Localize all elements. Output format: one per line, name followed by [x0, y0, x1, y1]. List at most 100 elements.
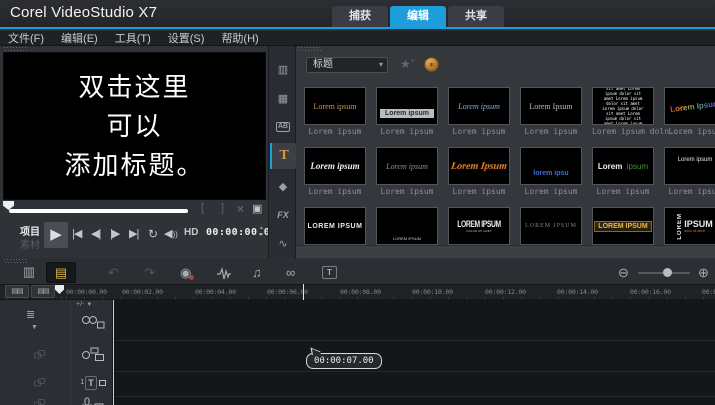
- title-template-thumb[interactable]: Lorem Ipsum: [664, 87, 715, 125]
- sound-mixer-icon[interactable]: [216, 262, 232, 283]
- nav-instant-project[interactable]: ▦: [270, 85, 296, 111]
- title-template-thumb[interactable]: Lorem ipsum: [304, 87, 366, 125]
- tab-edit[interactable]: 编辑: [390, 6, 446, 27]
- voice-track-button[interactable]: [79, 395, 107, 405]
- video-track-button[interactable]: [79, 312, 107, 331]
- title-template-thumb[interactable]: LOREM IPSUM: [520, 207, 582, 245]
- title-template-thumb[interactable]: Lorem ipsum: [376, 147, 438, 185]
- title-template-thumb[interactable]: LOREM IPSUM: [376, 207, 438, 245]
- title-template: Lorem Ipsum Lorem ipsum: [520, 87, 582, 136]
- mark-in-icon[interactable]: [: [201, 202, 204, 214]
- ripple-edit-icon[interactable]: [34, 346, 45, 364]
- nav-graphic[interactable]: ◆: [270, 173, 296, 199]
- preview-timecode[interactable]: 00:00:00.00: [206, 227, 277, 238]
- redo-icon[interactable]: ↷: [144, 262, 155, 283]
- title-template: Lorem ipsum Lorem ipsum: [376, 147, 438, 196]
- tab-share[interactable]: 共享: [448, 6, 504, 27]
- undo-icon[interactable]: ↶: [108, 262, 119, 283]
- prev-frame-button[interactable]: ◀|: [91, 227, 100, 240]
- title-template-thumb[interactable]: lorem ipsu: [520, 147, 582, 185]
- menu-help[interactable]: 帮助(H): [221, 30, 258, 46]
- placeholder-text-line: 添加标题。: [64, 146, 204, 185]
- mark-out-icon[interactable]: ]: [221, 202, 224, 214]
- preview-video-area[interactable]: 双击这里 可以 添加标题。: [3, 52, 266, 200]
- template-caption: Lorem ipsum: [448, 187, 510, 196]
- track-manager-button[interactable]: ▤▤: [31, 285, 55, 298]
- menu-settings[interactable]: 设置(S): [168, 30, 205, 46]
- title-template-thumb[interactable]: LOREM IPSUMDOLOR SIT AMET: [448, 207, 510, 245]
- panel-drag-handle[interactable]: [298, 47, 322, 51]
- title-template-thumb[interactable]: Lorem ipsum dolor sit amet Lorem ipsum d…: [592, 87, 654, 125]
- nav-title[interactable]: T: [270, 143, 296, 169]
- panel-drag-handle[interactable]: [4, 47, 28, 51]
- timeline-ruler[interactable]: 00:00:00.00 00:00:02.00 00:00:04.00 00:0…: [0, 284, 715, 300]
- timeline-view-button[interactable]: ▤: [46, 262, 76, 283]
- snapshot-icon[interactable]: ▣: [252, 202, 262, 215]
- ruler-label: 00:00:02.00: [122, 288, 163, 296]
- ripple-edit-icon[interactable]: [34, 374, 45, 392]
- title-template-thumb[interactable]: LOREM IPSUM: [304, 207, 366, 245]
- ripple-edit-icon[interactable]: [34, 395, 45, 405]
- show-all-tracks-button[interactable]: ▤▤: [5, 285, 29, 298]
- template-caption: Lorem ipsum: [592, 187, 654, 196]
- storyboard-view-button[interactable]: ▥: [14, 262, 44, 283]
- title-template-thumb[interactable]: Lorem ipsum: [376, 87, 438, 125]
- go-end-button[interactable]: ▶|: [129, 227, 138, 240]
- zoom-slider-knob[interactable]: [663, 268, 672, 277]
- motion-path-icon: ∿: [278, 237, 287, 250]
- tracks-area[interactable]: ≣ ▼ +/- ▼: [0, 300, 715, 405]
- split-clip-icon[interactable]: ×: [237, 202, 244, 216]
- title-template-thumb[interactable]: LOREM IPSUMdolor sit amet: [664, 207, 715, 245]
- repeat-icon[interactable]: ↻: [148, 227, 158, 241]
- nav-motion-path[interactable]: ∿: [270, 230, 296, 256]
- app-title: Corel VideoStudio X7: [10, 4, 157, 21]
- title-template-thumb[interactable]: Lorem ipsum: [448, 87, 510, 125]
- preview-panel: 双击这里 可以 添加标题。 [ ] × ▣ 项目 素材 ▶ |◀ ◀| |▶ ▶…: [0, 46, 268, 258]
- add-favorite-icon[interactable]: ★+: [400, 57, 415, 71]
- title-template: Lorem Ipsum Lorem ipsum: [448, 147, 510, 196]
- chevron-down-icon[interactable]: ▼: [31, 324, 38, 331]
- auto-music-icon[interactable]: ♫: [252, 262, 262, 283]
- nav-transition[interactable]: AB: [270, 114, 296, 140]
- template-caption: Lorem ipsum doln...: [592, 127, 654, 136]
- ruler-label: 00:00:18.00: [702, 288, 715, 296]
- zoom-in-icon[interactable]: ⊕: [698, 262, 709, 283]
- timecode-stepper[interactable]: ▲▼: [259, 225, 264, 239]
- ruler-label: 00:00:10.00: [412, 288, 453, 296]
- record-capture-icon[interactable]: ◉: [180, 262, 191, 283]
- track-layout-icon[interactable]: ≣: [26, 308, 35, 321]
- template-caption: Lorem ipsum: [304, 127, 366, 136]
- title-template-thumb[interactable]: Lorem ipsum: [304, 147, 366, 185]
- tab-capture[interactable]: 捕获: [332, 6, 388, 27]
- play-button[interactable]: ▶: [44, 222, 68, 248]
- menu-file[interactable]: 文件(F): [8, 30, 44, 46]
- volume-icon[interactable]: ◀)): [164, 227, 178, 240]
- title-template-thumb[interactable]: Lorem ipsum: [592, 147, 654, 185]
- library-scroll-strip[interactable]: [296, 245, 715, 258]
- title-template-thumb[interactable]: LOREM IPSUM: [592, 207, 654, 245]
- menu-edit[interactable]: 编辑(E): [61, 30, 98, 46]
- title-template-thumb[interactable]: Lorem Ipsum: [520, 87, 582, 125]
- go-start-button[interactable]: |◀: [72, 227, 81, 240]
- menu-tools[interactable]: 工具(T): [115, 30, 151, 46]
- nav-filter[interactable]: FX: [270, 202, 296, 228]
- title-template-thumb[interactable]: Lorem Ipsum: [448, 147, 510, 185]
- nav-media[interactable]: ▥: [270, 56, 296, 82]
- step-tabs: 捕获 编辑 共享: [332, 6, 504, 27]
- get-more-content-icon[interactable]: ∗: [424, 57, 439, 72]
- subtitle-options-icon[interactable]: T: [322, 266, 337, 279]
- gallery-select[interactable]: 标题 ▾: [306, 57, 388, 73]
- track-motion-icon[interactable]: ∞: [286, 262, 295, 283]
- template-caption: Lorem ipsum: [376, 127, 438, 136]
- title-template-thumb[interactable]: Lorem ipsum: [664, 147, 715, 185]
- ruler-label: 00:00:00.00: [66, 288, 107, 296]
- add-remove-track-control[interactable]: +/- ▼: [76, 301, 92, 308]
- track-options-column: ≣ ▼: [0, 300, 70, 405]
- overlay-track-button[interactable]: [79, 344, 107, 363]
- hd-toggle[interactable]: HD: [184, 227, 198, 238]
- zoom-out-icon[interactable]: ⊖: [618, 262, 629, 283]
- next-frame-button[interactable]: |▶: [110, 227, 119, 240]
- title-track-icon: T: [85, 376, 97, 390]
- mode-clip-label[interactable]: 素材: [20, 236, 40, 251]
- title-track-button[interactable]: 1T: [79, 373, 107, 392]
